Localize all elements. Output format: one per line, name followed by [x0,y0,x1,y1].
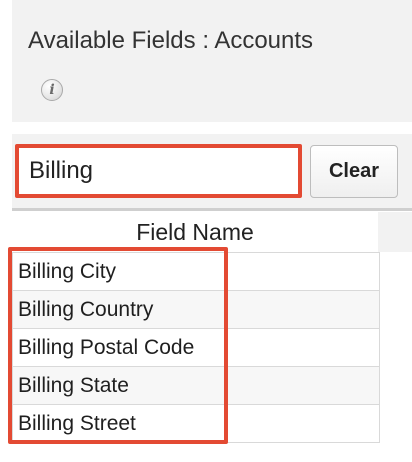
panel-header: Available Fields : Accounts i [12,0,412,122]
list-item[interactable]: Billing State [13,367,379,405]
search-input[interactable] [16,145,301,197]
list-item[interactable]: Billing Country [13,291,379,329]
list-item[interactable]: Billing City [13,253,379,291]
list-item[interactable]: Billing Postal Code [13,329,379,367]
list-item[interactable]: Billing Street [13,405,379,443]
panel-title: Available Fields : Accounts [28,27,314,54]
info-icon[interactable]: i [41,79,63,101]
field-list: Billing City Billing Country Billing Pos… [12,252,380,443]
field-name-column-header[interactable]: Field Name [12,212,378,252]
toolbar-divider [12,208,412,211]
clear-button[interactable]: Clear [310,145,398,198]
header-gutter [378,212,412,252]
column-header-label: Field Name [136,218,254,245]
